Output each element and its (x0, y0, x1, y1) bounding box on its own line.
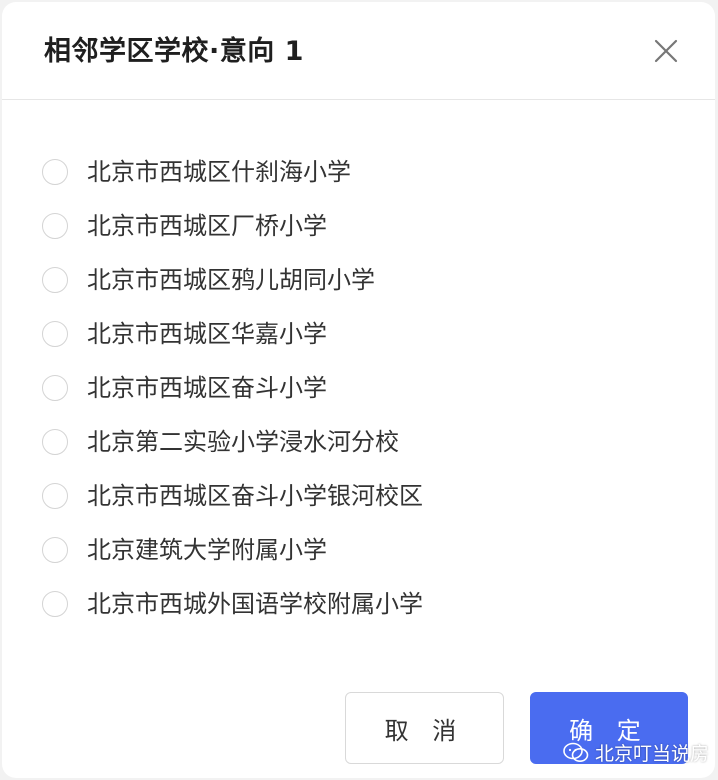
school-option-label: 北京建筑大学附属小学 (87, 536, 327, 564)
radio-button[interactable] (42, 159, 68, 185)
school-option-label: 北京市西城区厂桥小学 (87, 212, 327, 240)
radio-button[interactable] (42, 267, 68, 293)
close-icon[interactable] (651, 36, 681, 66)
school-option[interactable]: 北京市西城外国语学校附属小学 (2, 579, 715, 633)
radio-button[interactable] (42, 213, 68, 239)
school-select-dialog: 相邻学区学校·意向 1 北京市西城区什刹海小学 北京市西城区厂桥小学 北京市西城… (2, 2, 715, 778)
school-option-label: 北京市西城外国语学校附属小学 (87, 590, 423, 618)
school-option[interactable]: 北京第二实验小学浸水河分校 (2, 417, 715, 471)
school-option[interactable]: 北京市西城区厂桥小学 (2, 201, 715, 255)
radio-button[interactable] (42, 375, 68, 401)
dialog-title: 相邻学区学校·意向 1 (44, 36, 304, 67)
watermark: 北京叮当说房 (563, 739, 709, 766)
radio-button[interactable] (42, 537, 68, 563)
school-option-label: 北京市西城区鸦儿胡同小学 (87, 266, 375, 294)
school-option[interactable]: 北京市西城区华嘉小学 (2, 309, 715, 363)
radio-button[interactable] (42, 429, 68, 455)
school-option-label: 北京市西城区奋斗小学 (87, 374, 327, 402)
dialog-header: 相邻学区学校·意向 1 (2, 2, 715, 100)
radio-button[interactable] (42, 483, 68, 509)
school-option[interactable]: 北京市西城区什刹海小学 (2, 147, 715, 201)
radio-button[interactable] (42, 591, 68, 617)
school-option-label: 北京市西城区什刹海小学 (87, 158, 351, 186)
cancel-button[interactable]: 取 消 (345, 692, 504, 764)
school-option[interactable]: 北京市西城区鸦儿胡同小学 (2, 255, 715, 309)
radio-button[interactable] (42, 321, 68, 347)
school-option-label: 北京市西城区奋斗小学银河校区 (87, 482, 423, 510)
school-option-label: 北京市西城区华嘉小学 (87, 320, 327, 348)
wechat-icon (563, 742, 589, 762)
school-option[interactable]: 北京建筑大学附属小学 (2, 525, 715, 579)
school-options-list: 北京市西城区什刹海小学 北京市西城区厂桥小学 北京市西城区鸦儿胡同小学 北京市西… (2, 147, 715, 633)
school-option[interactable]: 北京市西城区奋斗小学 (2, 363, 715, 417)
school-option[interactable]: 北京市西城区奋斗小学银河校区 (2, 471, 715, 525)
school-option-label: 北京第二实验小学浸水河分校 (87, 428, 399, 456)
watermark-text: 北京叮当说房 (594, 743, 709, 765)
